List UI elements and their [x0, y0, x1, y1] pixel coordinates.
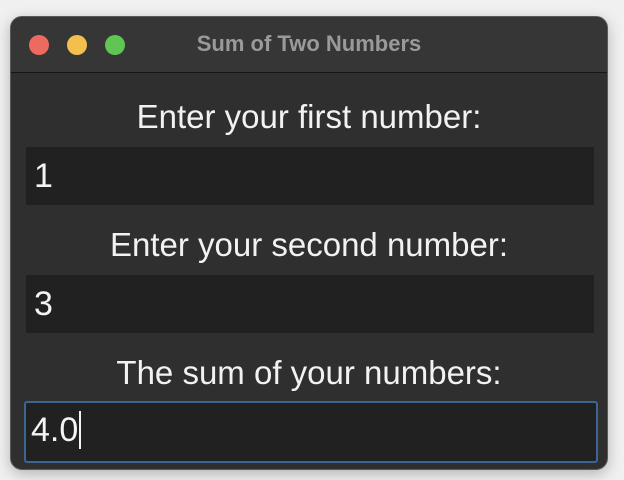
- sum-label: The sum of your numbers:: [116, 354, 502, 391]
- second-number-input[interactable]: 3: [26, 275, 594, 333]
- sum-output-field[interactable]: 4.0: [24, 401, 598, 463]
- first-number-label: Enter your first number:: [136, 98, 482, 135]
- text-cursor: [79, 411, 82, 450]
- title-bar[interactable]: Sum of Two Numbers: [11, 17, 607, 73]
- second-number-value: 3: [34, 285, 53, 323]
- app-window: Sum of Two Numbers Enter your first numb…: [10, 16, 608, 470]
- form-content: Enter your first number: 1 Enter your se…: [11, 73, 607, 469]
- second-number-label: Enter your second number:: [109, 226, 509, 263]
- first-number-input[interactable]: 1: [26, 147, 594, 205]
- window-title: Sum of Two Numbers: [196, 31, 422, 56]
- sum-value: 4.0: [31, 411, 79, 449]
- first-number-value: 1: [34, 157, 53, 195]
